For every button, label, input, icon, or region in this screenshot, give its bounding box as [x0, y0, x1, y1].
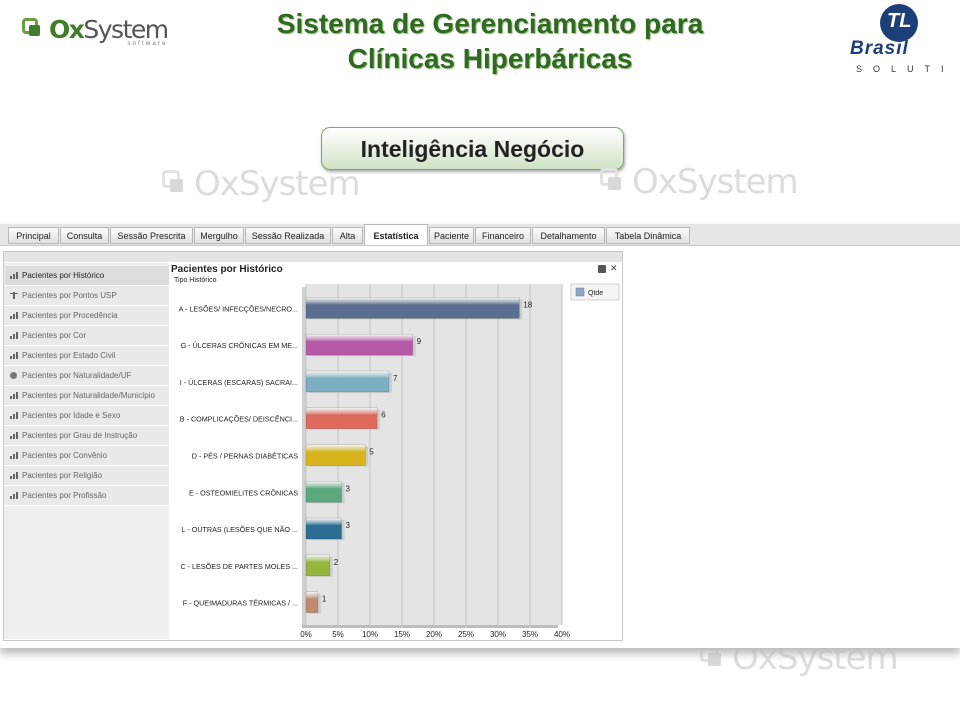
category-label: E - OSTEOMIELITES CRÔNICAS [189, 488, 298, 497]
tab-principal[interactable]: Principal [8, 227, 59, 244]
tab-sessao-realizada[interactable]: Sessão Realizada [245, 227, 331, 244]
tab-tabela-dinamica[interactable]: Tabela Dinâmica [606, 227, 690, 244]
plot-floor [302, 625, 558, 628]
category-label: C - LESÕES DE PARTES MOLES ... [180, 562, 298, 571]
app-window: Principal Consulta Sessão Prescrita Merg… [0, 224, 960, 648]
x-tick-label: 40% [554, 630, 570, 639]
bar [305, 370, 390, 393]
tab-financeiro[interactable]: Financeiro [475, 227, 531, 244]
x-tick-label: 5% [332, 630, 344, 639]
legend-label: Qtde [588, 290, 603, 297]
data-label: 18 [523, 300, 532, 309]
data-label: 3 [346, 521, 351, 530]
section-title: Inteligência Negócio [321, 127, 624, 170]
category-label: I - ÚLCERAS (ESCARAS) SACRAI... [180, 378, 298, 387]
x-tick-label: 15% [394, 630, 410, 639]
oxsystem-logo: OxSystem software [22, 17, 169, 47]
x-tick-label: 0% [300, 630, 312, 639]
category-label: F - QUEIMADURAS TÉRMICAS / ... [183, 599, 298, 608]
tab-sessao-prescrita[interactable]: Sessão Prescrita [110, 227, 193, 244]
x-tick-label: 10% [362, 630, 378, 639]
tab-consulta[interactable]: Consulta [60, 227, 109, 244]
page-title-line-2: Clínicas Hiperbáricas [347, 43, 633, 74]
category-label: A - LESÕES/ INFECÇÕES/NECRO... [179, 304, 298, 313]
page-title: Sistema de Gerenciamento para Clínicas H… [200, 6, 780, 76]
category-label: L - OUTRAS (LESÕES QUE NÃO ... [182, 525, 298, 534]
tab-estatistica[interactable]: Estatística [364, 224, 428, 245]
bar [305, 333, 413, 356]
x-tick-label: 35% [522, 630, 538, 639]
plot-wall [302, 287, 306, 628]
x-tick-label: 20% [426, 630, 442, 639]
x-tick-label: 30% [490, 630, 506, 639]
data-label: 5 [369, 448, 374, 457]
tab-bar: Principal Consulta Sessão Prescrita Merg… [0, 224, 960, 246]
watermark-logo: OxSystem [600, 162, 799, 202]
bar [305, 407, 378, 429]
page-title-line-1: Sistema de Gerenciamento para [276, 8, 704, 39]
bar [305, 517, 342, 540]
data-label: 2 [334, 558, 339, 567]
category-label: B - COMPLICAÇÕES/ DEISCÊNCI... [180, 415, 298, 424]
bar [305, 554, 330, 577]
data-label: 3 [346, 484, 351, 493]
tab-paciente[interactable]: Paciente [429, 227, 474, 244]
category-label: G - ÚLCERAS CRÔNICAS EM ME... [181, 341, 298, 350]
tab-mergulho[interactable]: Mergulho [194, 227, 244, 244]
data-label: 6 [381, 411, 386, 420]
brasil-soluti-logo: TL Brasil SOLUTI [846, 4, 952, 76]
oxsystem-logo-icon [22, 18, 46, 42]
bar-chart: 0% 5% 10% 15% 20% 25% 30% 35% 40% 18 A - LESÕES/ I… [179, 283, 620, 639]
bar [305, 591, 319, 613]
tab-alta[interactable]: Alta [332, 227, 363, 244]
category-label: D - PÉS / PERNAS DIABÉTICAS [192, 452, 298, 461]
x-tick-label: 25% [458, 630, 474, 639]
tab-detalhamento[interactable]: Detalhamento [532, 227, 605, 244]
statistics-panel: Pacientes por Histórico Pacientes por Pon… [3, 251, 623, 641]
brand-emblem-icon: TL [880, 4, 918, 42]
legend-swatch [575, 287, 585, 297]
bar [305, 444, 366, 466]
bar [305, 297, 520, 319]
bar [305, 481, 342, 503]
data-label: 7 [393, 374, 398, 383]
data-label: 1 [322, 595, 327, 604]
data-label: 9 [417, 337, 422, 346]
watermark-logo: OxSystem [162, 164, 361, 204]
